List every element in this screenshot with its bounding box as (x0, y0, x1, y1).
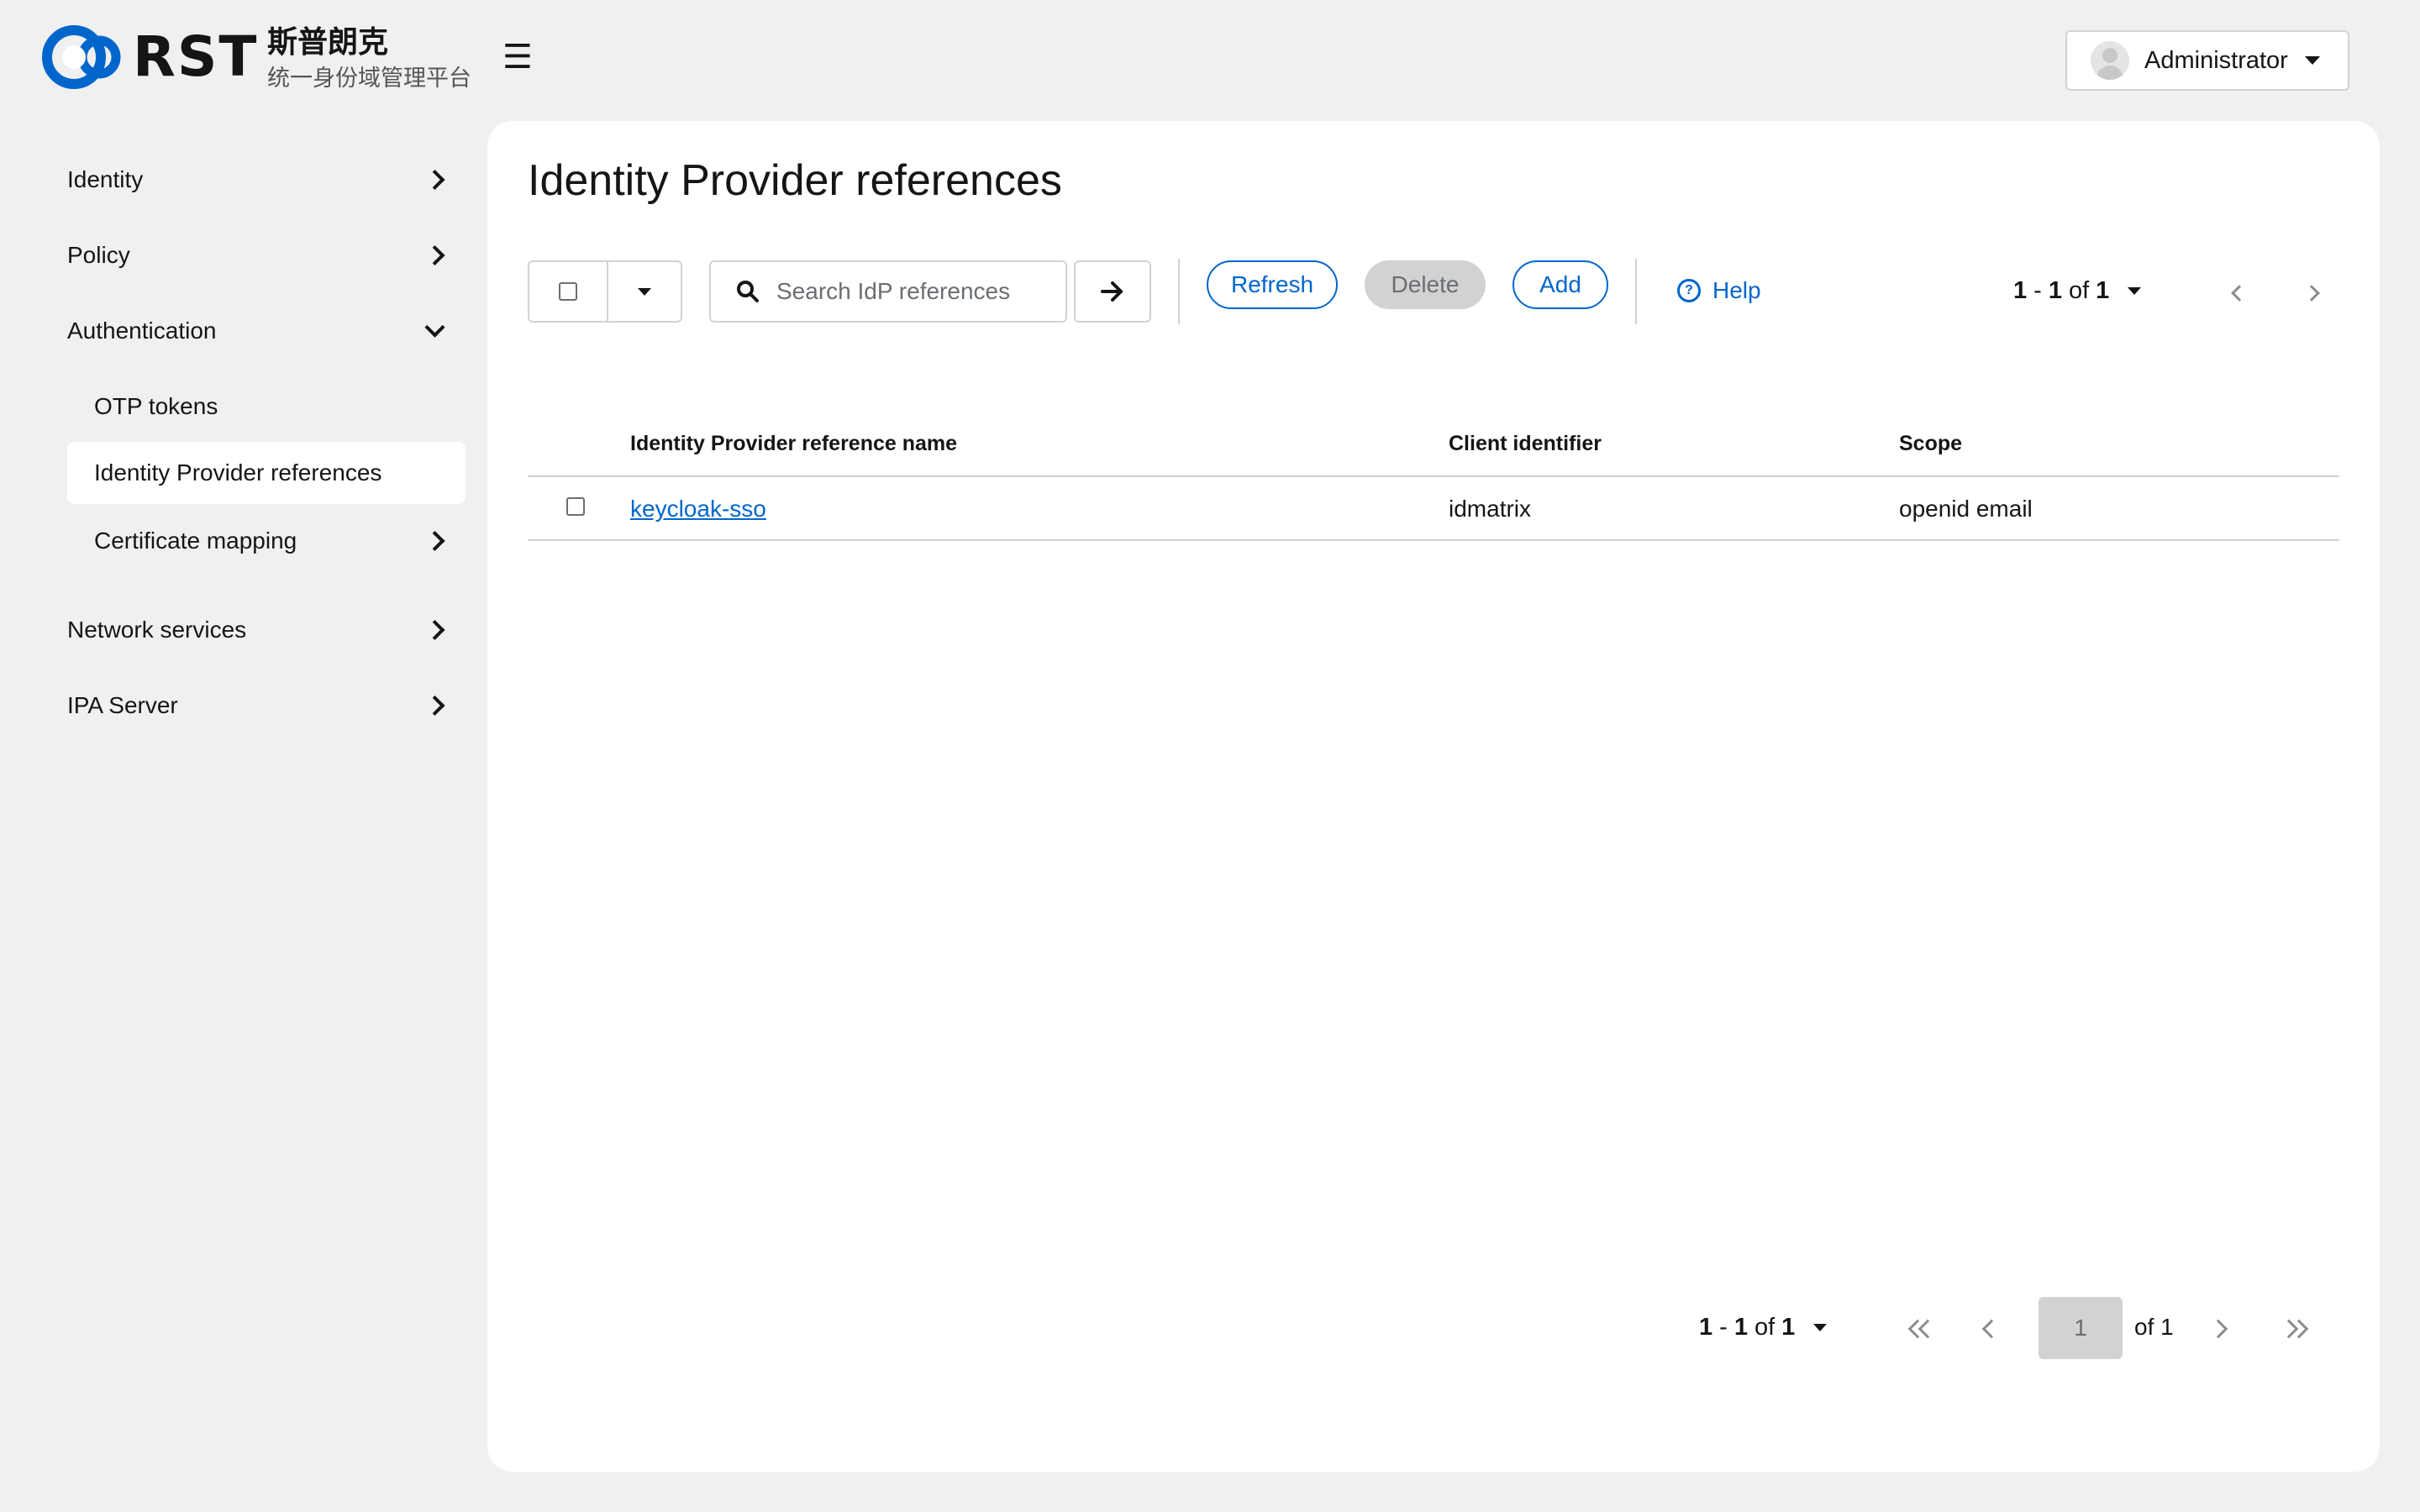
bulk-select (528, 260, 682, 323)
sidebar-item-label: IPA Server (67, 692, 178, 718)
chevron-right-icon[interactable] (2303, 285, 2320, 302)
chevron-right-icon (424, 619, 445, 641)
next-page-chevron-icon[interactable] (2208, 1319, 2228, 1339)
chevron-right-icon (424, 695, 445, 717)
range-end: 1 (2048, 277, 2062, 304)
bottom-pagination-range-toggle[interactable]: 1 - 1 of 1 (1699, 1314, 1828, 1341)
user-menu-dropdown[interactable]: Administrator (2065, 30, 2349, 91)
sidebar-item-label: Network services (67, 617, 247, 643)
sidebar-item-idp-references[interactable]: Identity Provider references (67, 442, 466, 504)
sidebar-item-label: OTP tokens (94, 393, 218, 419)
chevron-down-icon (424, 317, 445, 338)
bulk-select-toggle[interactable] (608, 262, 681, 321)
last-page-button[interactable] (2279, 1319, 2309, 1339)
hamburger-menu-icon[interactable]: ☰ (502, 40, 533, 74)
page-title: Identity Provider references (528, 156, 1062, 205)
sidebar-item-ipa-server[interactable]: IPA Server (67, 680, 466, 731)
add-button[interactable]: Add (1512, 260, 1608, 309)
caret-down-icon (1813, 1324, 1828, 1331)
scope-cell: openid email (1899, 496, 2033, 522)
sidebar-item-label: Identity (67, 166, 144, 192)
help-icon: ? (1677, 279, 1701, 302)
help-link[interactable]: ? Help (1677, 277, 1761, 304)
search-submit-button[interactable] (1074, 260, 1151, 323)
of-label: of (1754, 1314, 1776, 1341)
checkbox-icon (559, 282, 577, 301)
table-header: Identity Provider reference name Client … (528, 407, 2339, 477)
range-start: 1 (2013, 277, 2028, 304)
first-page-button[interactable] (1906, 1319, 1938, 1339)
user-name: Administrator (2144, 46, 2288, 74)
brand-title: 斯普朗克 (267, 24, 389, 59)
caret-down-icon (2128, 287, 2142, 295)
caret-down-icon (2304, 56, 2320, 65)
logo-text: RST (133, 24, 259, 89)
sidebar-item-authentication[interactable]: Authentication (67, 306, 466, 356)
search-input[interactable] (775, 277, 1047, 306)
idp-reference-link[interactable]: keycloak-sso (630, 496, 766, 522)
brand-subtitle: 统一身份域管理平台 (267, 66, 471, 91)
row-checkbox[interactable] (566, 497, 585, 516)
range-total: 1 (1781, 1314, 1796, 1341)
current-page-input[interactable]: 1 (2039, 1297, 2123, 1359)
sidebar-item-label: Certificate mapping (94, 528, 297, 554)
sidebar-item-otp-tokens[interactable]: OTP tokens (67, 381, 466, 432)
main-panel: Identity Provider references Refresh Del… (487, 121, 2380, 1472)
bulk-select-checkbox[interactable] (529, 262, 608, 321)
arrow-right-icon (1101, 281, 1123, 302)
refresh-button[interactable]: Refresh (1207, 260, 1338, 309)
sidebar-item-network-services[interactable]: Network services (67, 605, 466, 655)
column-header-client-id[interactable]: Client identifier (1449, 432, 1602, 456)
search-box (709, 260, 1067, 323)
help-label: Help (1712, 277, 1761, 303)
range-start: 1 (1699, 1314, 1713, 1341)
delete-button[interactable]: Delete (1365, 260, 1486, 309)
chevron-right-icon (424, 530, 445, 552)
sidebar-item-policy[interactable]: Policy (67, 230, 466, 281)
range-total: 1 (2096, 277, 2110, 304)
caret-down-icon (638, 287, 651, 296)
chevron-right-icon (424, 244, 445, 266)
pagination-range-toggle[interactable]: 1 - 1 of 1 (2013, 277, 2142, 305)
toolbar-divider (1635, 259, 1637, 324)
range-end: 1 (1733, 1314, 1748, 1341)
idp-references-table: Identity Provider reference name Client … (528, 407, 2339, 541)
sidebar-item-certificate-mapping[interactable]: Certificate mapping (67, 516, 466, 566)
column-header-name[interactable]: Identity Provider reference name (630, 432, 957, 456)
avatar (2091, 41, 2129, 80)
toolbar-divider (1178, 259, 1180, 324)
sidebar-item-identity[interactable]: Identity (67, 155, 466, 205)
page-total-label: of 1 (2134, 1314, 2174, 1340)
brand-titles: 斯普朗克 统一身份域管理平台 (267, 27, 471, 90)
sidebar-item-label: Identity Provider references (94, 459, 382, 486)
sidebar-item-label: Policy (67, 242, 130, 268)
client-identifier-cell: idmatrix (1449, 496, 1532, 522)
column-header-scope[interactable]: Scope (1899, 432, 1962, 456)
chevron-right-icon (424, 169, 445, 191)
logo-rings-icon (39, 22, 129, 92)
brand-logo: RST (39, 22, 258, 92)
of-label: of (2068, 277, 2090, 304)
sidebar-item-label: Authentication (67, 318, 217, 344)
previous-page-chevron-icon[interactable] (1981, 1319, 2002, 1339)
table-row: keycloak-sso idmatrix openid email (528, 477, 2339, 541)
search-icon (737, 281, 759, 302)
chevron-left-icon[interactable] (2231, 285, 2248, 302)
